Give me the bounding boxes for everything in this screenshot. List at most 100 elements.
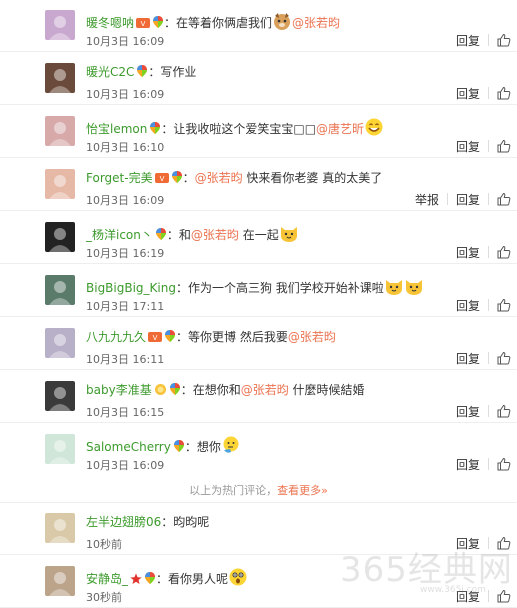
comment-actions: 回复 (448, 295, 517, 315)
comment-actions: 回复 (448, 348, 517, 368)
username-link[interactable]: 怡宝lemon (86, 122, 147, 136)
comment-actions: 回复 (448, 454, 517, 474)
colorful-badge-icon[interactable] (171, 170, 183, 188)
comment-text: ：写作业 (148, 65, 197, 79)
reply-button[interactable]: 回复 (448, 85, 488, 102)
watermark-url: www.365j.com (420, 585, 486, 595)
username-link[interactable]: Forget-完美 (86, 171, 153, 185)
avatar[interactable] (45, 169, 75, 199)
smile-emoji-icon (364, 117, 384, 141)
like-thumb-icon[interactable] (489, 245, 517, 259)
gold-badge-icon[interactable] (154, 383, 167, 400)
like-thumb-icon[interactable] (489, 298, 517, 312)
avatar[interactable] (45, 10, 75, 40)
mention-link[interactable]: @张若昀 (195, 171, 243, 185)
like-thumb-icon[interactable] (489, 404, 517, 418)
username-link[interactable]: 暖光C2C (86, 65, 134, 79)
watermark-logo: 365经典网 (340, 550, 513, 590)
avatar[interactable] (45, 116, 75, 146)
comment-actions: 回复 (448, 136, 517, 156)
username-link[interactable]: SalomeCherry (86, 440, 171, 454)
username-link[interactable]: 暖冬嗯呐 (86, 16, 134, 30)
star-badge-icon[interactable] (130, 573, 142, 589)
comment-time: 10月3日 17:11 (86, 300, 165, 313)
comment-item: _杨洋icon丶 ：和@张若昀 在一起 10月3日 16:19 回复 (0, 212, 517, 264)
avatar[interactable] (45, 381, 75, 411)
reply-button[interactable]: 回复 (448, 138, 488, 155)
report-button[interactable]: 举报 (407, 191, 447, 208)
avatar[interactable] (45, 513, 75, 543)
comment-time: 10月3日 16:09 (86, 35, 165, 48)
comment-text: ：作为一个高三狗 我们学校开始补课啦 (175, 281, 384, 295)
like-thumb-icon[interactable] (489, 589, 517, 603)
svg-text:V: V (153, 334, 158, 342)
comment-text: ：让我收啦这个爱笑宝宝□□ (161, 122, 317, 136)
view-more-link[interactable]: 查看更多» (277, 484, 328, 497)
mention-link[interactable]: @唐艺昕 (316, 122, 364, 136)
username-link[interactable]: 八九九九久 (86, 330, 146, 344)
reply-button[interactable]: 回复 (448, 456, 488, 473)
colorful-badge-icon[interactable] (173, 439, 185, 457)
like-thumb-icon[interactable] (489, 457, 517, 471)
reply-button[interactable]: 回复 (448, 403, 488, 420)
comment-content: 怡宝lemon ：让我收啦这个爱笑宝宝□□@唐艺昕 (86, 117, 384, 141)
vip-badge-icon[interactable]: V (136, 17, 151, 33)
comment-content: 暖冬嗯呐 V ：在等着你俩虐我们 @张若昀 (86, 11, 340, 35)
avatar[interactable] (45, 63, 75, 93)
comment-text: ：和 (166, 228, 191, 242)
like-thumb-icon[interactable] (489, 86, 517, 100)
mention-link[interactable]: @张若昀 (288, 330, 336, 344)
like-thumb-icon[interactable] (489, 192, 517, 206)
username-link[interactable]: _杨洋icon丶 (86, 228, 153, 242)
like-thumb-icon[interactable] (489, 351, 517, 365)
comment-time: 30秒前 (86, 591, 122, 604)
comment-time: 10月3日 16:15 (86, 406, 165, 419)
colorful-badge-icon[interactable] (152, 15, 164, 33)
comment-text-tail: 在一起 (238, 228, 279, 242)
mention-link[interactable]: @张若昀 (241, 383, 289, 397)
colorful-badge-icon[interactable] (144, 571, 156, 589)
avatar[interactable] (45, 275, 75, 305)
comment-content: Forget-完美 V ：@张若昀 快来看你老婆 真的太美了 (86, 170, 382, 188)
comment-content: 安静岛_ ：看你男人呢 (86, 567, 248, 591)
colorful-badge-icon[interactable] (155, 227, 167, 245)
comment-item: SalomeCherry ：想你 10月3日 16:09 回复 (0, 424, 517, 476)
username-link[interactable]: 安静岛_ (86, 572, 128, 586)
reply-button[interactable]: 回复 (448, 350, 488, 367)
think-emoji-icon (221, 435, 241, 459)
colorful-badge-icon[interactable] (149, 121, 161, 139)
comment-content: _杨洋icon丶 ：和@张若昀 在一起 (86, 223, 299, 247)
colorful-badge-icon[interactable] (164, 329, 176, 347)
avatar[interactable] (45, 222, 75, 252)
mention-link[interactable]: @张若昀 (292, 16, 340, 30)
like-thumb-icon[interactable] (489, 139, 517, 153)
reply-button[interactable]: 回复 (448, 244, 488, 261)
username-link[interactable]: baby李准基 (86, 383, 152, 397)
comment-time: 10月3日 16:11 (86, 353, 165, 366)
reply-button[interactable]: 回复 (448, 297, 488, 314)
colorful-badge-icon[interactable] (136, 64, 148, 82)
comment-actions: 回复 (448, 242, 517, 262)
colorful-badge-icon[interactable] (169, 382, 181, 400)
username-link[interactable]: 左半边翅膀06 (86, 515, 161, 529)
username-link[interactable]: BigBigBig_King (86, 281, 176, 295)
like-thumb-icon[interactable] (489, 33, 517, 47)
comment-time: 10月3日 16:19 (86, 247, 165, 260)
comment-item: BigBigBig_King：作为一个高三狗 我们学校开始补课啦 10月3日 17… (0, 265, 517, 317)
dog-emoji-icon (272, 11, 292, 35)
avatar[interactable] (45, 566, 75, 596)
reply-button[interactable]: 回复 (448, 32, 488, 49)
mention-link[interactable]: @张若昀 (191, 228, 239, 242)
comment-actions: 回复 (448, 30, 517, 50)
comment-text: ：等你更博 然后我要 (176, 330, 288, 344)
avatar[interactable] (45, 434, 75, 464)
comment-text: ：在等着你俩虐我们 (164, 16, 273, 30)
reply-button[interactable]: 回复 (448, 191, 488, 208)
svg-text:V: V (141, 20, 146, 28)
vip-badge-icon[interactable]: V (148, 331, 163, 347)
comment-content: 暖光C2C ：写作业 (86, 64, 196, 82)
comment-item: 暖冬嗯呐 V ：在等着你俩虐我们 @张若昀 10月3日 16:09 回复 (0, 0, 517, 52)
avatar[interactable] (45, 328, 75, 358)
comment-time: 10月3日 16:09 (86, 459, 165, 472)
vip-badge-icon[interactable]: V (154, 172, 169, 188)
